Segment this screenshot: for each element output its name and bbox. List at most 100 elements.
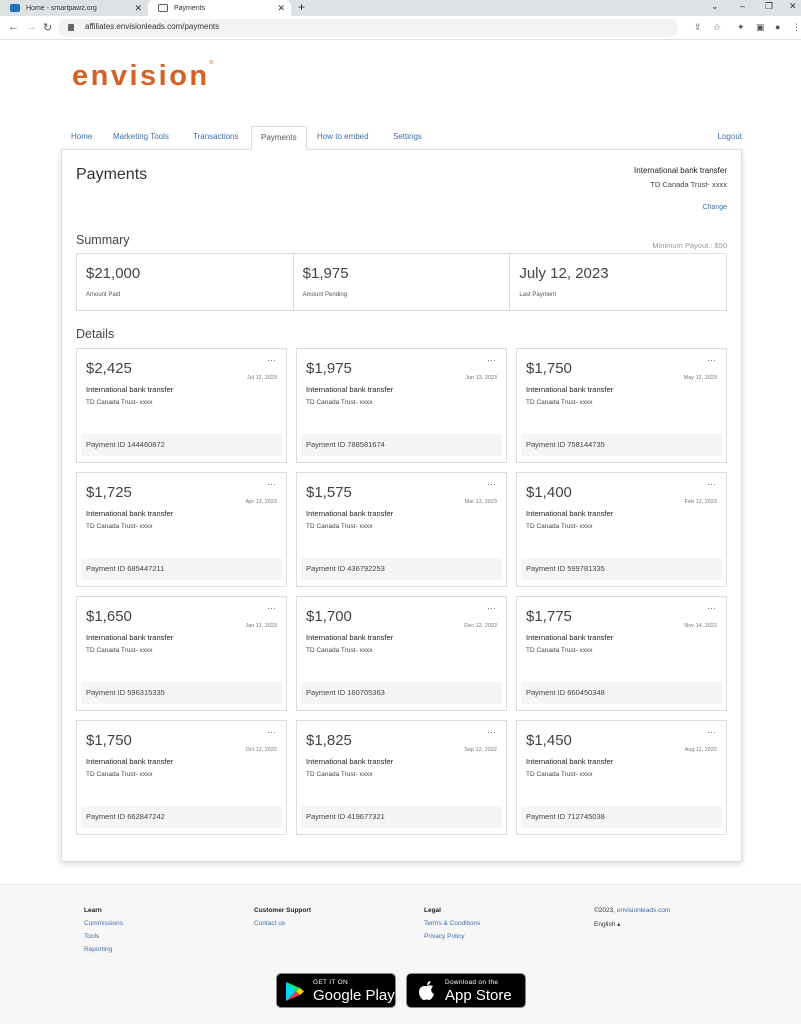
payment-card: $1,700 ··· Dec 12, 2022 International ba… [296,596,507,711]
more-options-icon[interactable]: ··· [267,479,276,489]
payment-bank: TD Canada Trust- xxxx [526,523,593,530]
payment-amount: $1,725 [86,484,132,501]
payment-id: Payment ID 599781335 [521,558,722,580]
copyright-link[interactable]: envisionleads.com [617,907,670,914]
new-tab-icon[interactable]: + [298,0,305,14]
nav-home[interactable]: Home [71,126,92,150]
footer-link-privacy[interactable]: Privacy Policy [424,933,480,940]
close-window-icon[interactable]: ✕ [789,1,797,12]
summary-label: Last Payment [519,292,557,298]
more-options-icon[interactable]: ··· [707,603,716,613]
apple-icon [419,981,434,1000]
payment-amount: $1,575 [306,484,352,501]
payment-method: International bank transfer [306,757,394,766]
payment-date: Sep 12, 2022 [464,747,497,753]
footer-link-terms[interactable]: Terms & Conditions [424,920,480,927]
payment-card: $1,450 ··· Aug 11, 2022 International ba… [516,720,727,835]
restore-icon[interactable]: ❐ [765,1,773,12]
payout-method: International bank transfer [634,166,727,175]
more-options-icon[interactable]: ··· [487,479,496,489]
payment-bank: TD Canada Trust- xxxx [86,399,153,406]
nav-transactions[interactable]: Transactions [193,126,239,150]
close-tab-icon[interactable]: ✕ [277,3,285,14]
payment-amount: $1,450 [526,732,572,749]
app-store-button[interactable]: Download on the App Store [406,973,526,1008]
payment-card: $2,425 ··· Jul 12, 2023 International ba… [76,348,287,463]
payment-id: Payment ID 419677321 [301,806,502,828]
payment-id: Payment ID 788581674 [301,434,502,456]
payment-amount: $1,700 [306,608,352,625]
google-play-big-text: Google Play [313,987,395,1004]
envision-logo[interactable]: envision® [72,60,213,93]
nav-settings[interactable]: Settings [393,126,422,150]
payment-card: $1,775 ··· Nov 14, 2022 International ba… [516,596,727,711]
close-tab-icon[interactable]: ✕ [134,3,142,14]
payment-method: International bank transfer [306,385,394,394]
payment-date: Dec 12, 2022 [464,623,497,629]
extensions-icon[interactable]: ✦ [737,22,745,33]
chevron-down-icon[interactable]: ⌄ [711,1,719,12]
nav-marketing-tools[interactable]: Marketing Tools [113,126,169,150]
more-options-icon[interactable]: ··· [707,727,716,737]
share-icon[interactable]: ⇪ [694,22,702,33]
more-options-icon[interactable]: ··· [267,355,276,365]
payment-bank: TD Canada Trust- xxxx [526,647,593,654]
payment-method: International bank transfer [526,633,614,642]
more-menu-icon[interactable]: ⋮ [792,22,801,33]
payment-bank: TD Canada Trust- xxxx [306,523,373,530]
payment-method: International bank transfer [526,385,614,394]
payment-id: Payment ID 662847242 [81,806,282,828]
more-options-icon[interactable]: ··· [487,727,496,737]
page-title: Payments [76,166,148,183]
site-favicon-icon [10,4,20,12]
payment-method: International bank transfer [86,633,174,642]
footer-link-reporting[interactable]: Reporting [84,946,123,953]
forward-arrow-icon[interactable]: → [26,21,37,33]
more-options-icon[interactable]: ··· [487,603,496,613]
browser-tab-payments[interactable]: Payments ✕ [148,0,291,16]
profile-icon[interactable]: ● [775,22,780,32]
more-options-icon[interactable]: ··· [707,355,716,365]
payment-card: $1,400 ··· Feb 12, 2023 International ba… [516,472,727,587]
payment-date: Jan 13, 2023 [245,623,277,629]
payments-panel: Payments International bank transfer TD … [61,149,742,862]
logout-link[interactable]: Logout [718,126,742,148]
nav-how-to-embed[interactable]: How to embed [317,126,369,150]
more-options-icon[interactable]: ··· [267,727,276,737]
back-arrow-icon[interactable]: ← [8,21,19,33]
bookmark-star-icon[interactable]: ☆ [713,22,721,33]
google-play-button[interactable]: GET IT ON Google Play [276,973,396,1008]
footer-link-tools[interactable]: Tools [84,933,123,940]
payment-bank: TD Canada Trust- xxxx [306,771,373,778]
browser-tab-home[interactable]: Home - smartpawz.org ✕ [0,0,148,16]
payment-amount: $1,775 [526,608,572,625]
copyright: ©2023, envisionleads.com [594,907,671,914]
more-options-icon[interactable]: ··· [487,355,496,365]
more-options-icon[interactable]: ··· [707,479,716,489]
payment-date: Oct 12, 2022 [245,747,278,753]
payment-date: Jun 13, 2023 [465,375,497,381]
side-panel-icon[interactable]: ▣ [756,22,765,33]
reload-icon[interactable]: ↻ [43,21,52,34]
tab-label: Home - smartpawz.org [26,4,97,12]
more-options-icon[interactable]: ··· [267,603,276,613]
language-selector[interactable]: English ▴ [594,920,670,928]
nav-payments[interactable]: Payments [251,126,307,150]
google-play-icon [286,982,304,1001]
payment-bank: TD Canada Trust- xxxx [306,399,373,406]
minimize-icon[interactable]: – [740,1,745,11]
payment-method: International bank transfer [526,757,614,766]
footer-link-commissions[interactable]: Commissions [84,920,123,927]
payment-date: May 12, 2023 [683,375,717,381]
payment-bank: TD Canada Trust- xxxx [86,647,153,654]
payment-amount: $1,650 [86,608,132,625]
lock-icon [68,24,74,31]
payment-amount: $2,425 [86,360,132,377]
summary-heading: Summary [76,233,130,247]
change-payout-link[interactable]: Change [702,204,727,211]
footer-legal: Legal Terms & Conditions Privacy Policy [424,907,480,946]
footer-support: Customer Support Contact us [254,907,311,933]
footer-heading: Customer Support [254,907,312,914]
footer-link-contact[interactable]: Contact us [254,920,311,927]
url-input[interactable]: affiliates.envisionleads.com/payments [58,19,678,37]
